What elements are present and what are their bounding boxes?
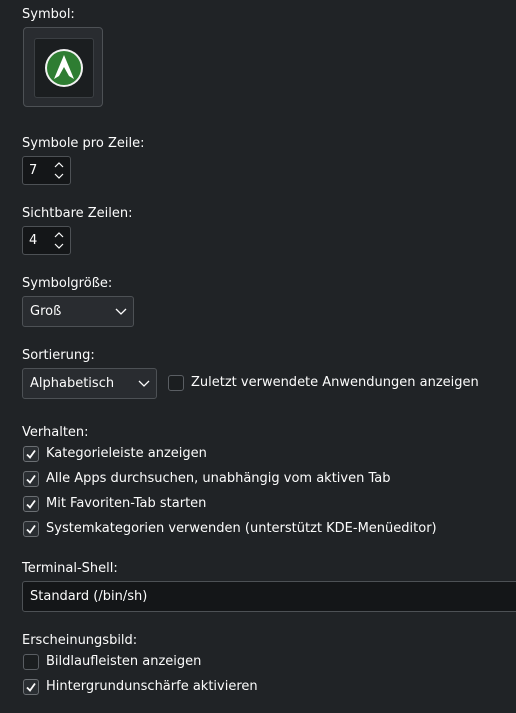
icon-size-combobox[interactable]: Groß [22, 296, 134, 327]
checkmark-icon [26, 524, 36, 534]
chevron-down-icon[interactable] [53, 171, 65, 181]
checkmark-icon [26, 474, 36, 484]
icons-per-row-value: 7 [29, 163, 38, 178]
icons-per-row-label: Symbole pro Zeile: [22, 136, 145, 151]
recent-apps-checkbox-label: Zuletzt verwendete Anwendungen anzeigen [191, 375, 479, 390]
visible-rows-spinbox[interactable]: 4 [22, 226, 71, 255]
sorting-combobox[interactable]: Alphabetisch [22, 368, 157, 399]
arch-linux-logo-icon [45, 49, 83, 87]
start-with-favorites-label: Mit Favoriten-Tab starten [46, 496, 207, 511]
visible-rows-label: Sichtbare Zeilen: [22, 206, 133, 221]
icon-size-value: Groß [30, 304, 62, 319]
background-blur-label: Hintergrundunschärfe aktivieren [46, 679, 258, 694]
show-category-bar-checkbox[interactable] [23, 446, 39, 462]
checkmark-icon [26, 449, 36, 459]
show-scrollbars-label: Bildlaufleisten anzeigen [46, 654, 202, 669]
search-all-apps-label: Alle Apps durchsuchen, unabhängig vom ak… [46, 471, 391, 486]
behavior-label: Verhalten: [22, 425, 89, 440]
system-categories-checkbox[interactable] [23, 521, 39, 537]
background-blur-checkbox[interactable] [23, 679, 39, 695]
appearance-label: Erscheinungsbild: [22, 633, 138, 648]
recent-apps-checkbox[interactable] [168, 375, 184, 391]
show-category-bar-label: Kategorieleiste anzeigen [46, 446, 207, 461]
chevron-down-icon[interactable] [53, 241, 65, 251]
search-all-apps-checkbox[interactable] [23, 471, 39, 487]
checkmark-icon [26, 682, 36, 692]
start-with-favorites-checkbox[interactable] [23, 496, 39, 512]
terminal-shell-input[interactable]: Standard (/bin/sh) [22, 581, 516, 612]
symbol-label: Symbol: [22, 7, 75, 22]
checkmark-icon [26, 499, 36, 509]
symbol-picker-button[interactable] [23, 27, 103, 107]
sorting-value: Alphabetisch [30, 376, 115, 391]
visible-rows-value: 4 [29, 233, 38, 248]
system-categories-label: Systemkategorien verwenden (unterstützt … [46, 521, 437, 536]
terminal-shell-label: Terminal-Shell: [22, 561, 118, 576]
chevron-up-icon[interactable] [53, 160, 65, 170]
chevron-down-icon [115, 308, 127, 315]
icons-per-row-spinbox[interactable]: 7 [22, 156, 71, 185]
icon-size-label: Symbolgröße: [22, 276, 113, 291]
show-scrollbars-checkbox[interactable] [23, 654, 39, 670]
terminal-shell-value: Standard (/bin/sh) [30, 589, 148, 604]
sorting-label: Sortierung: [22, 348, 95, 363]
chevron-down-icon [138, 380, 150, 387]
symbol-preview [34, 38, 94, 98]
chevron-up-icon[interactable] [53, 230, 65, 240]
